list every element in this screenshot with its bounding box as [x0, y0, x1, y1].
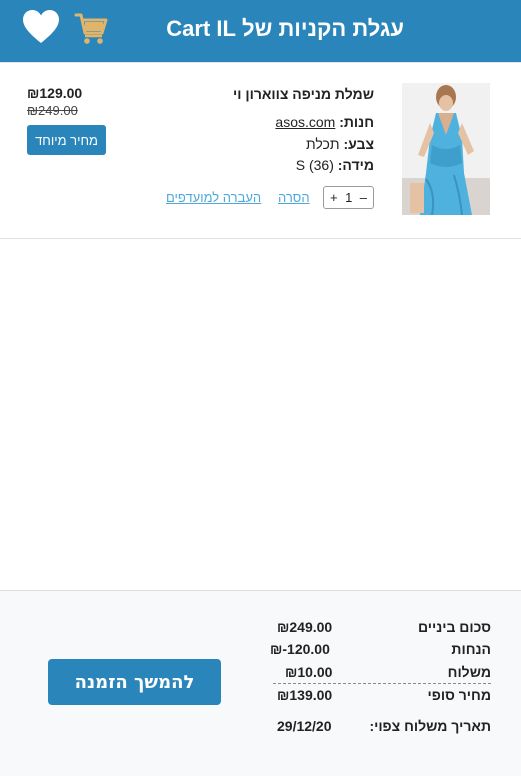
- discounts-label: הנחות: [451, 641, 491, 657]
- product-image[interactable]: [402, 83, 490, 215]
- size-label: מידה:: [337, 157, 374, 173]
- discounts-value: ₪-120.00: [270, 641, 330, 657]
- final-price-value: ₪139.00: [277, 687, 333, 703]
- quantity-value: 1: [345, 190, 353, 205]
- expected-delivery-value: 29/12/20: [277, 718, 332, 734]
- shipping-value: ₪10.00: [285, 664, 333, 680]
- expected-delivery-label: תאריך משלוח צפוי:: [369, 718, 491, 734]
- subtotal-value: ₪249.00: [277, 619, 333, 635]
- special-price-badge: מחיר מיוחד: [27, 125, 106, 155]
- final-price-label: מחיר סופי: [427, 687, 492, 703]
- subtotal-label: סכום ביניים: [417, 619, 491, 635]
- original-price: ₪249.00: [27, 103, 78, 118]
- move-to-favorites-link[interactable]: העברה למועדפים: [166, 190, 261, 205]
- item-divider: [0, 238, 521, 239]
- continue-order-button[interactable]: להמשך הזמנה: [48, 659, 221, 705]
- header-divider: [0, 62, 521, 63]
- product-name[interactable]: שמלת מניפה צווארון וי: [233, 86, 374, 102]
- quantity-decrease-button[interactable]: –: [360, 190, 367, 205]
- color-label: צבע:: [343, 136, 374, 152]
- store-link[interactable]: asos.com: [275, 114, 335, 130]
- current-price: ₪129.00: [27, 85, 83, 101]
- store-label: חנות:: [339, 114, 374, 130]
- page-title: עגלת הקניות של Cart IL: [166, 16, 404, 41]
- app-header: עגלת הקניות של Cart IL: [0, 0, 521, 62]
- heart-icon[interactable]: [22, 9, 60, 45]
- shipping-label: משלוח: [447, 664, 491, 680]
- size-info: מידה: S (36): [296, 157, 374, 173]
- remove-item-link[interactable]: הסרה: [278, 190, 310, 205]
- shopping-cart-icon[interactable]: [74, 11, 108, 45]
- color-value: תכלת: [306, 136, 340, 152]
- quantity-increase-button[interactable]: +: [330, 190, 338, 205]
- size-value: S (36): [295, 157, 334, 173]
- store-info: חנות: asos.com: [275, 114, 374, 130]
- quantity-stepper[interactable]: + 1 –: [323, 186, 374, 209]
- color-info: צבע: תכלת: [306, 136, 374, 152]
- summary-total-divider: [273, 683, 491, 684]
